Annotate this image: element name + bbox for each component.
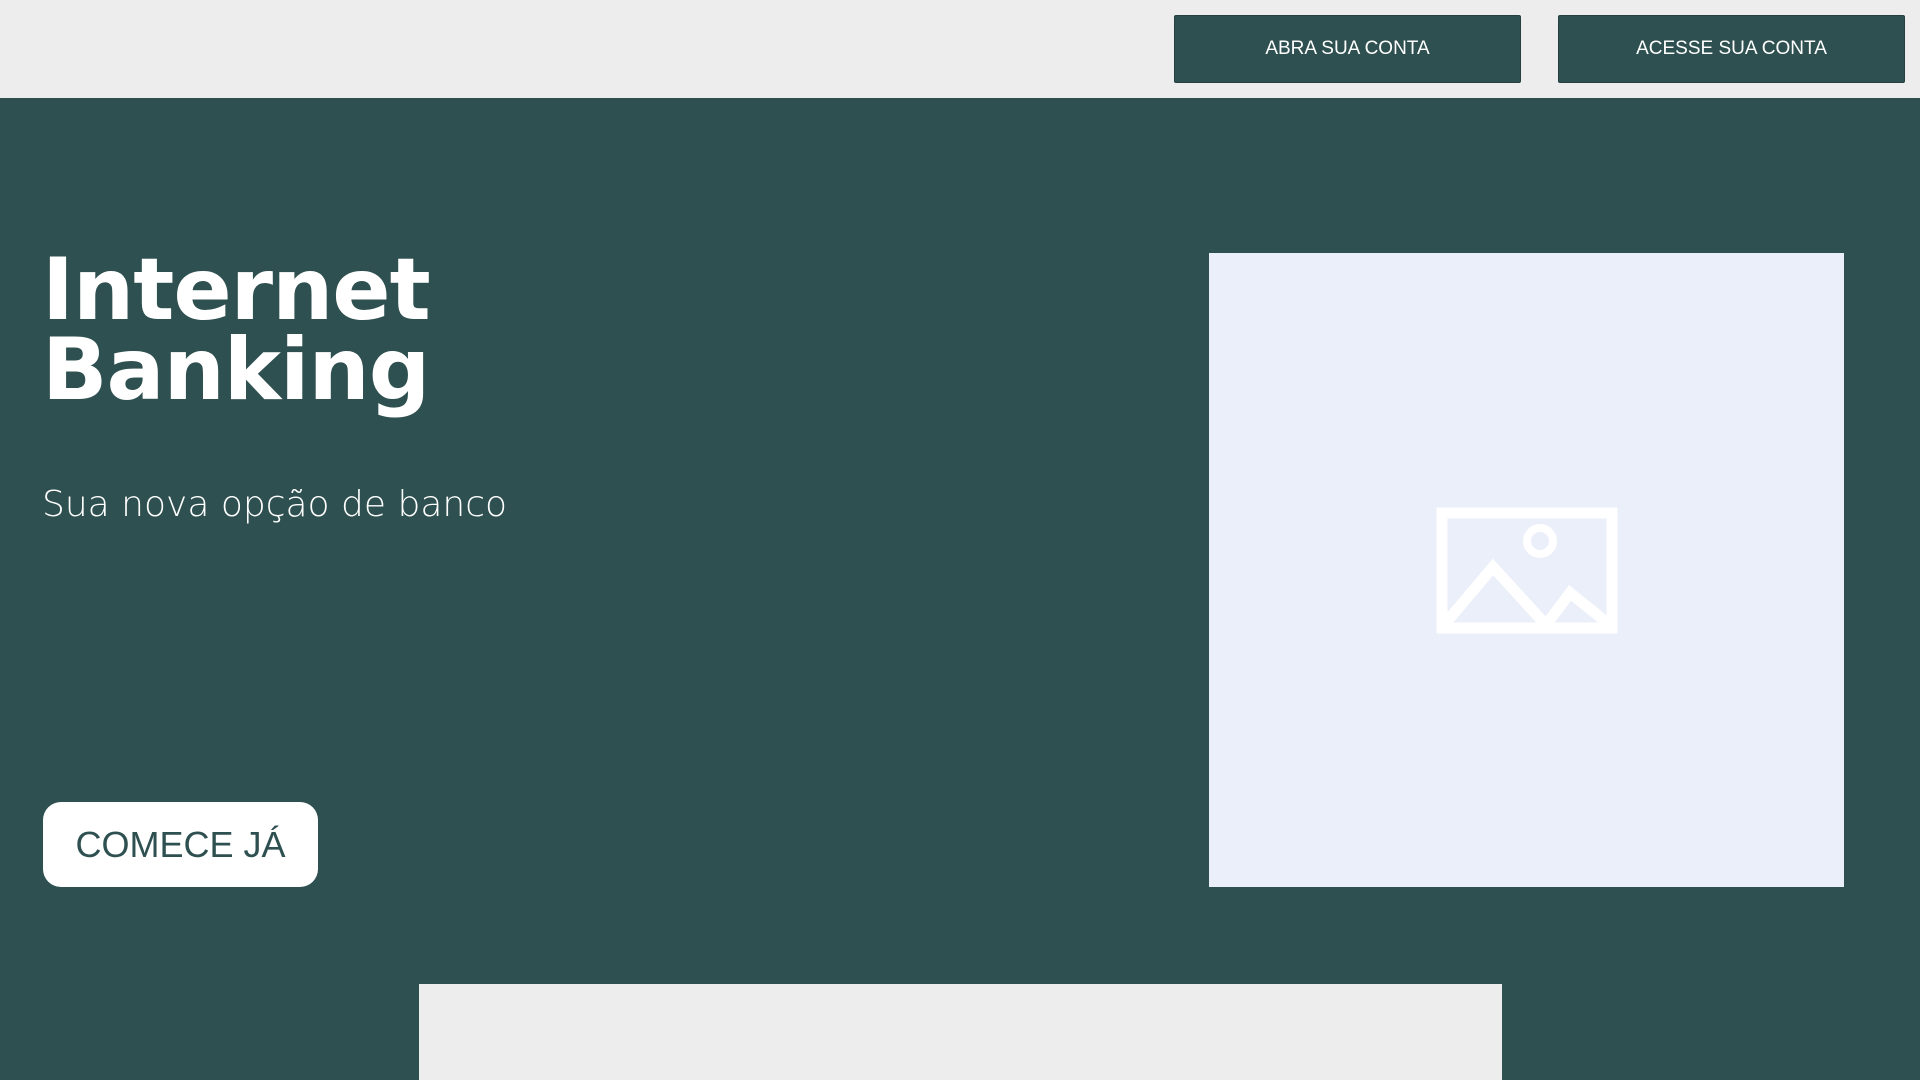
content-panel [419, 984, 1502, 1080]
top-header: ABRA SUA CONTA ACESSE SUA CONTA [0, 0, 1920, 98]
hero-title-line-1: Internet [42, 240, 431, 340]
hero-image-placeholder [1209, 253, 1844, 887]
access-account-button[interactable]: ACESSE SUA CONTA [1558, 15, 1905, 83]
get-started-button[interactable]: COMECE JÁ [43, 802, 318, 887]
hero-subtitle: Sua nova opção de banco [42, 484, 508, 525]
hero-title: Internet Banking [42, 240, 431, 420]
open-account-button[interactable]: ABRA SUA CONTA [1174, 15, 1521, 83]
hero-section: Internet Banking Sua nova opção de banco… [0, 98, 1920, 1080]
hero-title-line-2: Banking [42, 320, 430, 420]
image-placeholder-icon [1436, 507, 1617, 633]
